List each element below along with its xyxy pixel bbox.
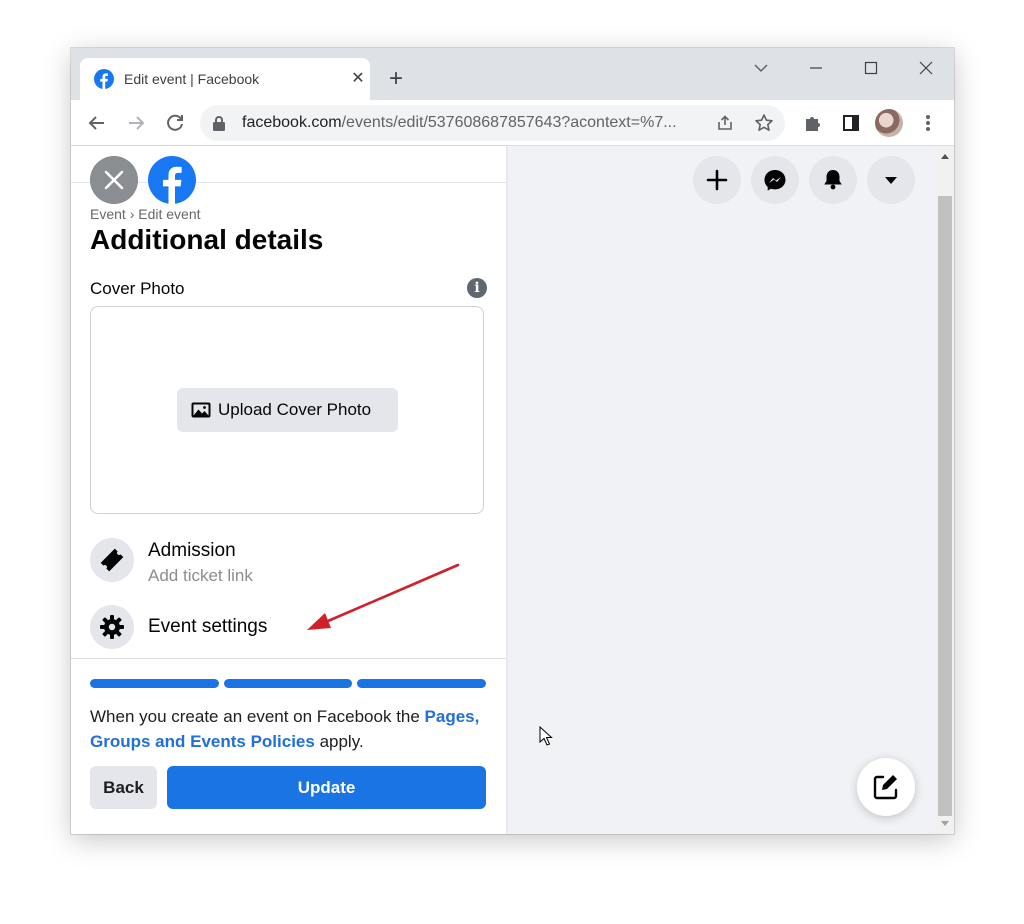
scroll-thumb[interactable] bbox=[938, 196, 952, 816]
mouse-cursor bbox=[539, 726, 553, 746]
browser-window: Edit event | Facebook ✕ + facebook.com/e… bbox=[71, 48, 954, 834]
upload-cover-photo-label: Upload Cover Photo bbox=[218, 400, 372, 419]
gear-icon bbox=[90, 605, 134, 649]
progress-step-3 bbox=[357, 679, 486, 688]
page-content: Event › Edit event Additional details Co… bbox=[71, 146, 954, 834]
url-text: facebook.com/events/edit/537608687857643… bbox=[242, 114, 677, 132]
browser-tab[interactable]: Edit event | Facebook ✕ bbox=[80, 58, 370, 100]
annotation-arrow bbox=[307, 563, 460, 630]
window-close-icon[interactable] bbox=[911, 56, 941, 80]
tab-title: Edit event | Facebook bbox=[124, 71, 260, 87]
tab-search-icon[interactable] bbox=[746, 56, 776, 80]
update-button[interactable]: Update bbox=[167, 766, 486, 809]
forward-arrow-icon[interactable] bbox=[122, 109, 150, 137]
screenshot: Edit event | Facebook ✕ + facebook.com/e… bbox=[0, 0, 1024, 924]
facebook-favicon bbox=[94, 69, 114, 89]
scroll-up-icon[interactable] bbox=[940, 152, 950, 160]
photo-icon bbox=[191, 402, 211, 418]
facebook-logo[interactable] bbox=[148, 156, 196, 204]
address-bar[interactable]: facebook.com/events/edit/537608687857643… bbox=[200, 105, 785, 141]
menu-dots-icon[interactable] bbox=[914, 109, 942, 137]
progress-step-1 bbox=[90, 679, 219, 688]
compose-icon[interactable] bbox=[857, 758, 915, 816]
caret-down-icon[interactable] bbox=[867, 156, 915, 204]
new-tab-button[interactable]: + bbox=[382, 65, 410, 93]
policy-notice: When you create an event on Facebook the… bbox=[90, 704, 490, 754]
admission-title: Admission bbox=[148, 540, 236, 561]
admission-subtitle: Add ticket link bbox=[148, 566, 253, 585]
progress-step-2 bbox=[224, 679, 352, 688]
cover-photo-dropzone[interactable]: Upload Cover Photo bbox=[90, 306, 484, 514]
close-icon[interactable] bbox=[90, 156, 138, 204]
tab-close-icon[interactable]: ✕ bbox=[348, 69, 368, 89]
back-arrow-icon[interactable] bbox=[83, 109, 111, 137]
footer-divider bbox=[71, 658, 506, 659]
page-scrollbar[interactable] bbox=[936, 146, 954, 834]
maximize-icon[interactable] bbox=[856, 56, 886, 80]
extensions-icon[interactable] bbox=[798, 109, 826, 137]
policy-text-before: When you create an event on Facebook the bbox=[90, 707, 425, 726]
edit-event-panel: Event › Edit event Additional details Co… bbox=[71, 146, 506, 834]
event-settings-label: Event settings bbox=[148, 616, 268, 637]
lock-icon[interactable] bbox=[212, 115, 226, 131]
sidepanel-icon[interactable] bbox=[837, 109, 865, 137]
info-icon[interactable]: i bbox=[467, 278, 487, 298]
profile-avatar[interactable] bbox=[875, 109, 903, 137]
messenger-icon[interactable] bbox=[751, 156, 799, 204]
breadcrumb: Event › Edit event bbox=[90, 206, 201, 222]
policy-text-after: apply. bbox=[314, 732, 364, 751]
scroll-down-icon[interactable] bbox=[940, 820, 950, 828]
share-icon[interactable] bbox=[716, 114, 734, 132]
minimize-icon[interactable] bbox=[801, 56, 831, 80]
browser-toolbar: facebook.com/events/edit/537608687857643… bbox=[71, 100, 954, 146]
tab-strip: Edit event | Facebook ✕ + bbox=[71, 48, 954, 100]
bell-icon[interactable] bbox=[809, 156, 857, 204]
url-domain: facebook.com bbox=[242, 114, 342, 131]
back-button[interactable]: Back bbox=[90, 766, 157, 809]
reload-icon[interactable] bbox=[161, 109, 189, 137]
ticket-icon bbox=[90, 538, 134, 582]
cover-photo-label: Cover Photo bbox=[90, 279, 185, 298]
create-plus-icon[interactable] bbox=[693, 156, 741, 204]
star-icon[interactable] bbox=[754, 113, 774, 133]
url-path: /events/edit/537608687857643?acontext=%7… bbox=[341, 114, 677, 131]
page-title: Additional details bbox=[90, 224, 324, 255]
upload-cover-photo-button[interactable]: Upload Cover Photo bbox=[177, 388, 398, 432]
